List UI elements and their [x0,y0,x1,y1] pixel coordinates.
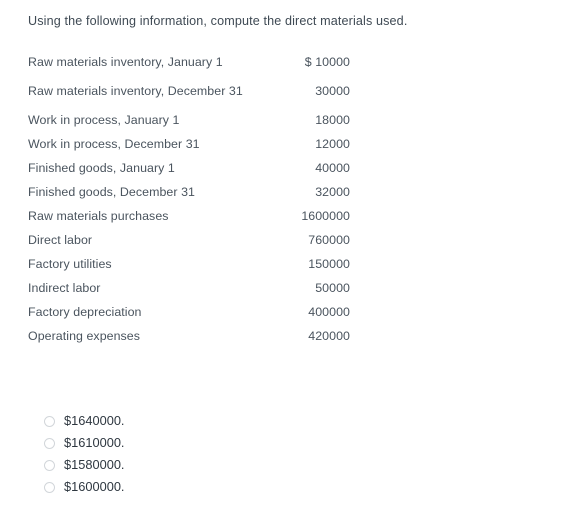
table-row-label: Indirect labor [28,280,101,295]
financial-data-table: Raw materials inventory, January 1 $ 1000… [28,50,350,348]
answer-option-label: $1640000. [64,413,125,428]
table-row-value: 150000 [308,256,350,271]
table-row: Raw materials inventory, January 1 $ 1000… [28,50,350,74]
table-row: Raw materials inventory, December 31 3000… [28,74,350,108]
radio-button-icon[interactable] [44,459,55,471]
table-row: Operating expenses 420000 [28,324,350,348]
table-row: Factory utilities 150000 [28,252,350,276]
table-row: Factory depreciation 400000 [28,300,350,324]
answer-option-label: $1610000. [64,435,125,450]
radio-button-icon[interactable] [44,415,55,427]
answer-option-label: $1600000. [64,479,125,494]
question-card: Using the following information, compute… [0,0,561,512]
answer-option[interactable]: $1600000. [44,476,344,498]
table-row: Finished goods, December 31 32000 [28,180,350,204]
table-row-value: 1600000 [301,208,350,223]
answer-option[interactable]: $1580000. [44,454,344,476]
table-row-label: Raw materials purchases [28,208,169,223]
table-row-value: 760000 [308,232,350,247]
answer-options-group[interactable]: $1640000. $1610000. $1580000. $1600000. [44,410,344,498]
answer-option-label: $1580000. [64,457,125,472]
table-row-value: 32000 [315,184,350,199]
question-prompt: Using the following information, compute… [28,14,408,28]
table-row-label: Work in process, January 1 [28,112,180,127]
table-row-value: 18000 [315,112,350,127]
table-row: Work in process, December 31 12000 [28,132,350,156]
table-row-label: Operating expenses [28,328,141,343]
table-row-label: Factory utilities [28,256,112,271]
table-row: Direct labor 760000 [28,228,350,252]
table-row: Raw materials purchases 1600000 [28,204,350,228]
table-row: Finished goods, January 1 40000 [28,156,350,180]
table-row-label: Finished goods, January 1 [28,160,175,175]
table-row-label: Finished goods, December 31 [28,184,195,199]
table-row-value: 30000 [315,83,350,98]
table-row-label: Factory depreciation [28,304,142,319]
table-body: Raw materials inventory, January 1 $ 1000… [28,50,350,348]
table-row-value: 50000 [315,280,350,295]
table-row-value: 420000 [308,328,350,343]
table-row-label: Work in process, December 31 [28,136,200,151]
table-row-value: 400000 [308,304,350,319]
table-row: Work in process, January 1 18000 [28,108,350,132]
table-row-label: Raw materials inventory, December 31 [28,83,243,98]
table-row: Indirect labor 50000 [28,276,350,300]
table-row-value: 12000 [315,136,350,151]
radio-button-icon[interactable] [44,437,55,449]
table-row-value: 40000 [315,160,350,175]
answer-option[interactable]: $1610000. [44,432,344,454]
table-row-label: Direct labor [28,232,93,247]
radio-button-icon[interactable] [44,481,55,493]
table-row-label: Raw materials inventory, January 1 [28,54,223,69]
answer-option[interactable]: $1640000. [44,410,344,432]
table-row-value: $ 10000 [304,54,350,69]
